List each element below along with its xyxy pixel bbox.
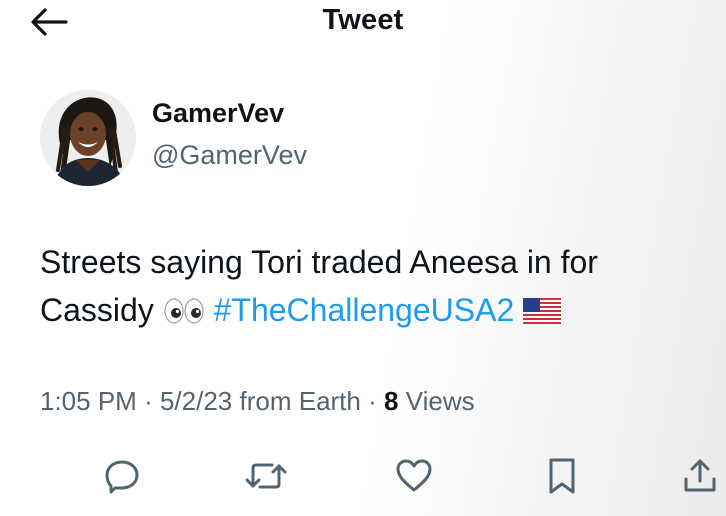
views-count: 8 — [384, 386, 399, 416]
page-title: Tweet — [322, 4, 404, 36]
share-icon — [684, 459, 716, 492]
tweet-text: Streets saying Tori traded Aneesa in for… — [40, 238, 710, 337]
meta-separator: · — [144, 386, 153, 416]
avatar[interactable] — [40, 90, 136, 186]
hashtag-link[interactable]: #TheChallengeUSA2 — [214, 292, 515, 328]
tweet-meta: 1:05 PM · 5/2/23 from Earth · 8 Views — [40, 386, 475, 417]
avatar-photo — [40, 90, 136, 186]
share-button[interactable] — [676, 452, 724, 500]
reply-button[interactable] — [98, 452, 146, 500]
meta-separator: · — [368, 386, 377, 416]
bookmark-icon — [549, 458, 575, 494]
tweet-date[interactable]: 5/2/23 — [160, 386, 232, 416]
heart-icon — [396, 459, 432, 492]
bookmark-button[interactable] — [538, 452, 586, 500]
reply-icon — [105, 460, 139, 494]
author-name[interactable]: GamerVev — [152, 98, 284, 129]
retweet-icon — [245, 463, 287, 489]
us-flag-emoji: 🇺🇸 — [523, 289, 562, 337]
tweet-time[interactable]: 1:05 PM — [40, 386, 137, 416]
eyes-emoji: 👀 — [163, 289, 205, 337]
views-label: Views — [405, 386, 475, 416]
author-handle[interactable]: @GamerVev — [152, 140, 307, 171]
header: Tweet — [0, 0, 726, 44]
retweet-button[interactable] — [242, 452, 290, 500]
tweet-source: from Earth — [239, 386, 361, 416]
tweet-page: Tweet GamerVev @GamerVev Streets saying … — [0, 0, 726, 516]
like-button[interactable] — [390, 452, 438, 500]
